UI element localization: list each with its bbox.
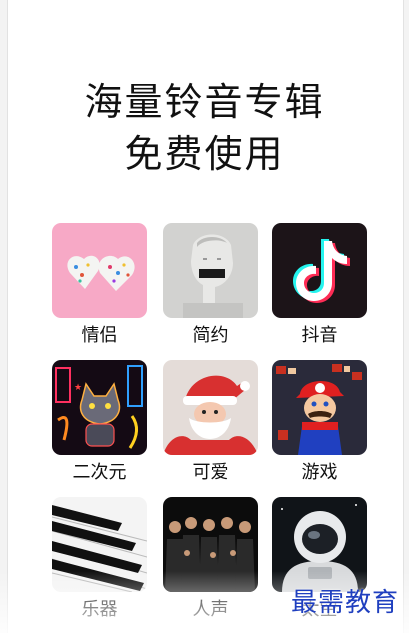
category-tile-douyin[interactable]: 抖音 xyxy=(272,223,367,348)
category-label: 游戏 xyxy=(301,462,338,483)
category-tile-cute[interactable]: 可爱 xyxy=(163,360,258,485)
watermark-logo: 最需教育 xyxy=(290,588,399,618)
anime-cat-icon: ★ xyxy=(52,360,147,455)
headline-line-1: 海量铃音专辑 xyxy=(84,80,325,124)
promo-headline: 海量铃音专辑 免费使用 xyxy=(0,76,409,180)
category-tile-instruments[interactable]: 乐器 xyxy=(52,497,147,622)
tiktok-icon xyxy=(272,223,367,318)
category-tile-anime[interactable]: ★ 二次元 xyxy=(52,360,147,485)
couple-hearts-icon xyxy=(52,223,147,318)
headline-line-2: 免费使用 xyxy=(124,132,285,176)
category-label: 抖音 xyxy=(301,325,338,346)
choir-icon xyxy=(163,497,258,592)
svg-text:★: ★ xyxy=(74,383,82,393)
category-label: 情侣 xyxy=(81,325,118,346)
category-label: 二次元 xyxy=(72,462,127,483)
category-tile-minimal[interactable]: 简约 xyxy=(163,223,258,348)
piano-icon xyxy=(52,497,147,592)
category-tile-games[interactable]: 游戏 xyxy=(272,360,367,485)
category-tile-vocals[interactable]: 人声 xyxy=(163,497,258,622)
statue-icon xyxy=(163,223,258,318)
category-label: 可爱 xyxy=(192,462,229,483)
astronaut-icon xyxy=(272,497,367,592)
category-tile-couple[interactable]: 情侣 xyxy=(52,223,147,348)
category-label: 乐器 xyxy=(81,599,118,620)
category-label: 人声 xyxy=(192,599,229,620)
santa-icon xyxy=(163,360,258,455)
mario-icon xyxy=(272,360,367,455)
category-label: 简约 xyxy=(192,325,229,346)
